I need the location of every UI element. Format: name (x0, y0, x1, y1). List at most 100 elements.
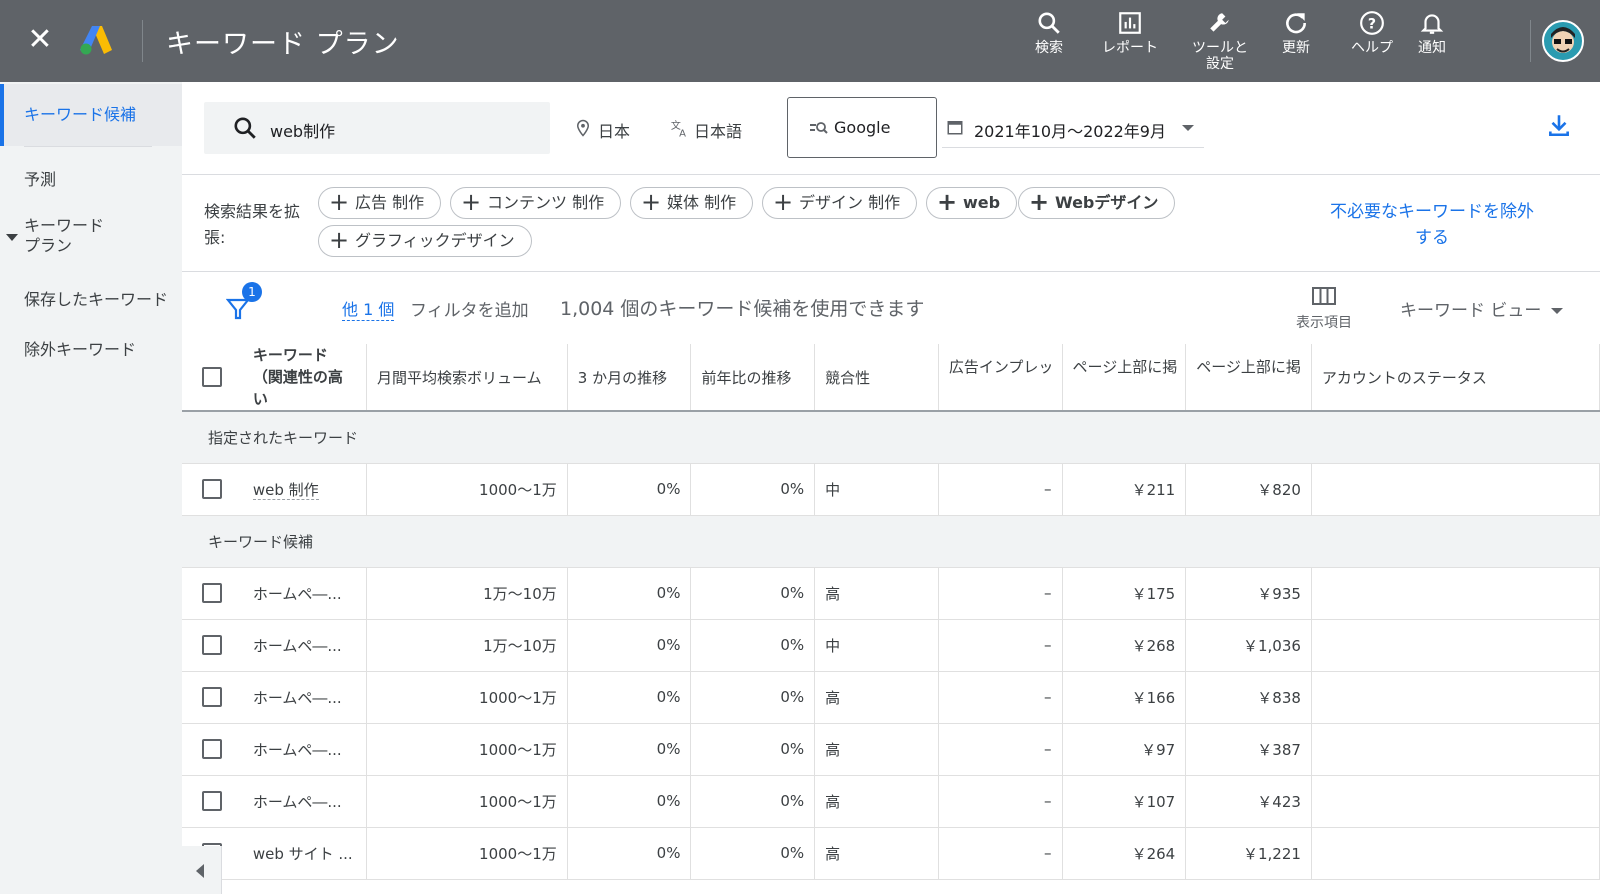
impression-cell: – (938, 775, 1063, 828)
search-query: web制作 (270, 122, 336, 141)
keyword-text[interactable]: web 制作 (252, 480, 319, 500)
report-tool[interactable]: レポート (1075, 10, 1185, 56)
chip-label: コンテンツ 制作 (487, 193, 605, 212)
chip-add-keyword[interactable]: + デザイン 制作 (762, 187, 918, 219)
other-filters-link[interactable]: 他 1 個 (342, 296, 395, 321)
tools-settings[interactable]: ツールと 設定 (1170, 10, 1270, 72)
download-icon[interactable] (1546, 112, 1572, 142)
select-all-checkbox[interactable] (202, 367, 223, 387)
column-header-top-bid-low[interactable]: ページ上部に掲 (1062, 344, 1187, 412)
three-month-cell: 0% (567, 463, 692, 516)
help-tool[interactable]: ? ヘルプ (1332, 10, 1412, 56)
keyword-text[interactable]: ホームペ―... (253, 585, 342, 603)
keyword-cell: ホームペ―... (242, 723, 368, 776)
column-header-keyword[interactable]: キーワード （関連性の高い (242, 344, 368, 412)
column-header-3month[interactable]: 3 か月の推移 (567, 344, 692, 412)
bid-high-cell: ￥387 (1185, 723, 1312, 776)
exclude-keywords-link[interactable]: 不必要なキーワードを除外する (1322, 199, 1542, 251)
table-row[interactable]: web サイト ... 1000〜1万 0% 0% 高 – ￥264 ￥1,221 (182, 827, 1600, 880)
sidebar-item-forecast[interactable]: 予測 (0, 166, 182, 190)
competition-cell: 高 (814, 723, 939, 776)
view-selector[interactable]: キーワード ビュー (1400, 296, 1564, 321)
chip-add-keyword[interactable]: + 媒体 制作 (630, 187, 754, 219)
row-checkbox[interactable] (202, 687, 223, 707)
sidebar-item-keyword-ideas[interactable]: キーワード候補 (0, 84, 182, 146)
keyword-text[interactable]: ホームペ―... (253, 637, 342, 655)
notifications-tool[interactable]: 通知 (1402, 10, 1462, 56)
add-filter-button[interactable]: フィルタを追加 (410, 296, 529, 321)
column-header-top-bid-high[interactable]: ページ上部に掲 (1185, 344, 1312, 412)
table-row[interactable]: ホームペ―... 1000〜1万 0% 0% 高 – ￥107 ￥423 (182, 775, 1600, 828)
search-icon (1038, 12, 1060, 34)
chip-add-keyword[interactable]: + Webデザイン (1018, 187, 1176, 219)
row-checkbox[interactable] (202, 739, 223, 759)
chip-add-keyword[interactable]: + web (926, 187, 1018, 219)
competition-cell: 中 (814, 619, 939, 672)
refresh-tool[interactable]: 更新 (1256, 10, 1336, 56)
table-row[interactable]: ホームペ―... 1万〜10万 0% 0% 高 – ￥175 ￥935 (182, 567, 1600, 620)
status-cell (1311, 723, 1600, 776)
keyword-text[interactable]: ホームペ―... (253, 689, 342, 707)
dropdown-arrow-icon (1182, 125, 1194, 131)
row-checkbox[interactable] (202, 635, 223, 655)
impression-cell: – (938, 827, 1063, 880)
translate-icon: 文A (671, 119, 686, 138)
date-range-label: 2021年10月〜2022年9月 (974, 122, 1166, 141)
row-checkbox[interactable] (202, 479, 223, 499)
sidebar-item-keyword-plan[interactable]: キーワード プラン (0, 216, 182, 256)
row-checkbox[interactable] (202, 791, 223, 811)
network-selector[interactable]: Google (787, 97, 937, 158)
bid-low-cell: ￥107 (1062, 775, 1187, 828)
table-row[interactable]: ホームペ―... 1000〜1万 0% 0% 高 – ￥97 ￥387 (182, 723, 1600, 776)
chip-label: Webデザイン (1055, 193, 1159, 212)
table-row[interactable]: ホームペ―... 1000〜1万 0% 0% 高 – ￥166 ￥838 (182, 671, 1600, 724)
date-range-selector[interactable]: 2021年10月〜2022年9月 (942, 104, 1204, 148)
volume-cell: 1000〜1万 (366, 827, 568, 880)
volume-cell: 1万〜10万 (366, 619, 568, 672)
row-checkbox[interactable] (202, 583, 223, 603)
svg-text:?: ? (1368, 16, 1376, 32)
table-row[interactable]: web 制作 1000〜1万 0% 0% 中 – ￥211 ￥820 (182, 463, 1600, 516)
wrench-icon (1210, 13, 1229, 32)
chip-label: グラフィックデザイン (355, 231, 515, 250)
keyword-text[interactable]: ホームペ―... (253, 793, 342, 811)
volume-cell: 1000〜1万 (366, 723, 568, 776)
chip-add-keyword[interactable]: + グラフィックデザイン (318, 225, 532, 257)
keyword-text[interactable]: web サイト ... (253, 845, 353, 863)
sidebar-item-negative-keywords[interactable]: 除外キーワード (0, 336, 182, 360)
column-header-competition[interactable]: 競合性 (814, 344, 939, 412)
divider (1530, 20, 1531, 62)
chip-label: web (963, 193, 1001, 212)
chip-add-keyword[interactable]: + コンテンツ 制作 (450, 187, 622, 219)
column-header-yoy[interactable]: 前年比の推移 (690, 344, 816, 412)
yoy-cell: 0% (690, 567, 816, 620)
filter-count-badge: 1 (242, 282, 262, 302)
column-header-account-status[interactable]: アカウントのステータス (1311, 344, 1600, 412)
page-title: キーワード プラン (166, 29, 400, 60)
column-header-ad-impression[interactable]: 広告インプレッ (938, 344, 1063, 412)
keyword-cell: ホームペ―... (242, 567, 368, 620)
avatar[interactable] (1542, 20, 1584, 62)
scroll-left-button[interactable] (182, 846, 222, 894)
filter-icon[interactable] (226, 298, 250, 320)
three-month-cell: 0% (567, 671, 692, 724)
columns-label: 表示項目 (1296, 315, 1352, 331)
competition-cell: 高 (814, 775, 939, 828)
tool-label: レポート (1102, 40, 1158, 56)
status-cell (1311, 463, 1600, 516)
table-row[interactable]: ホームペ―... 1万〜10万 0% 0% 中 – ￥268 ￥1,036 (182, 619, 1600, 672)
keyword-text[interactable]: ホームペ―... (253, 741, 342, 759)
volume-cell: 1000〜1万 (366, 463, 568, 516)
divider (24, 146, 152, 147)
sidebar-item-saved-keywords[interactable]: 保存したキーワード (0, 286, 182, 310)
close-icon[interactable]: ✕ (22, 22, 58, 58)
column-header-volume[interactable]: 月間平均検索ボリューム (366, 344, 568, 412)
top-bar: ✕ キーワード プラン 検索 レポート ツールと 設定 更新 ? ヘルプ 通知 (0, 0, 1600, 82)
help-icon: ? (1360, 11, 1384, 35)
competition-cell: 中 (814, 463, 939, 516)
columns-button[interactable]: 表示項目 (1292, 286, 1356, 332)
keyword-search-input[interactable]: web制作 (204, 102, 550, 154)
chip-label: 広告 制作 (355, 193, 425, 212)
sidebar: キーワード候補 予測 キーワード プラン 保存したキーワード 除外キーワード (0, 82, 182, 894)
chip-add-keyword[interactable]: + 広告 制作 (318, 187, 442, 219)
